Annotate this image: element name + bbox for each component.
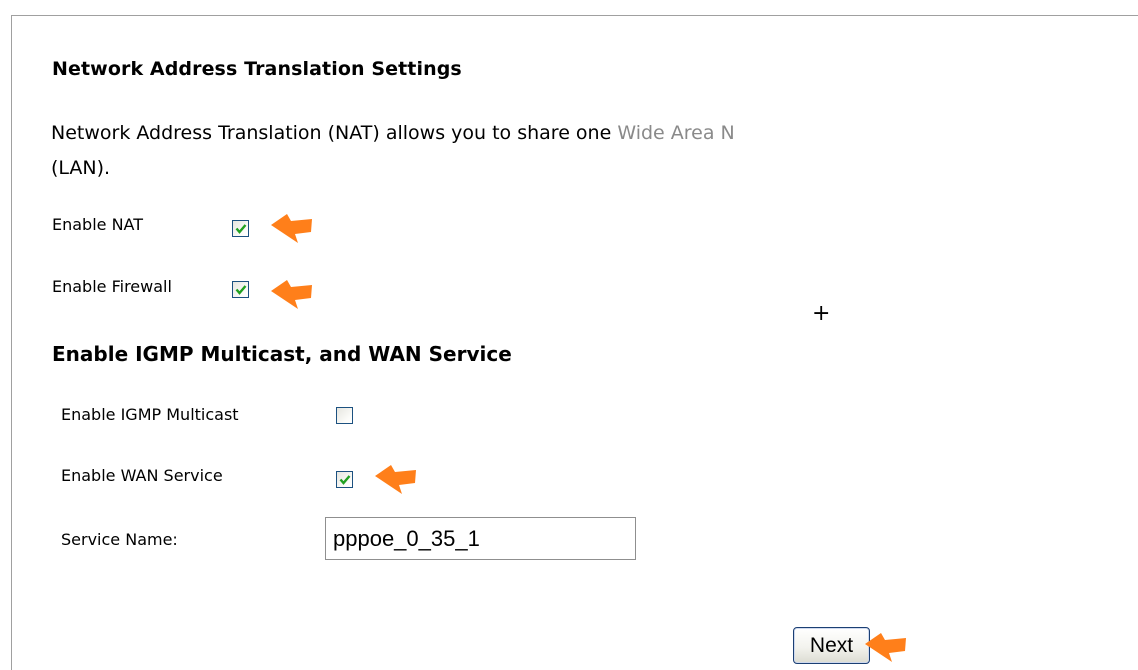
enable-wan-service-checkbox[interactable] <box>336 471 353 488</box>
next-button[interactable]: Next <box>793 627 870 664</box>
service-name-input[interactable] <box>325 517 636 560</box>
crosshair-cursor-icon: + <box>812 301 831 326</box>
enable-wan-service-label: Enable WAN Service <box>61 466 223 485</box>
enable-firewall-checkbox[interactable] <box>232 281 249 298</box>
checkmark-icon <box>235 285 247 295</box>
checkmark-icon <box>339 475 351 485</box>
enable-igmp-checkbox[interactable] <box>336 407 353 424</box>
nat-description: Network Address Translation (NAT) allows… <box>51 122 735 144</box>
nat-settings-heading: Network Address Translation Settings <box>52 58 462 80</box>
igmp-wan-heading: Enable IGMP Multicast, and WAN Service <box>52 342 512 366</box>
enable-firewall-label: Enable Firewall <box>52 277 172 296</box>
nat-description-line2: (LAN). <box>51 157 111 179</box>
enable-nat-checkbox[interactable] <box>232 220 249 237</box>
enable-igmp-label: Enable IGMP Multicast <box>61 405 239 424</box>
service-name-label: Service Name: <box>61 530 178 549</box>
enable-nat-label: Enable NAT <box>52 215 144 234</box>
checkmark-icon <box>235 224 247 234</box>
nat-description-text: Network Address Translation (NAT) allows… <box>51 122 618 144</box>
nat-description-faded-text: Wide Area N <box>617 122 735 144</box>
